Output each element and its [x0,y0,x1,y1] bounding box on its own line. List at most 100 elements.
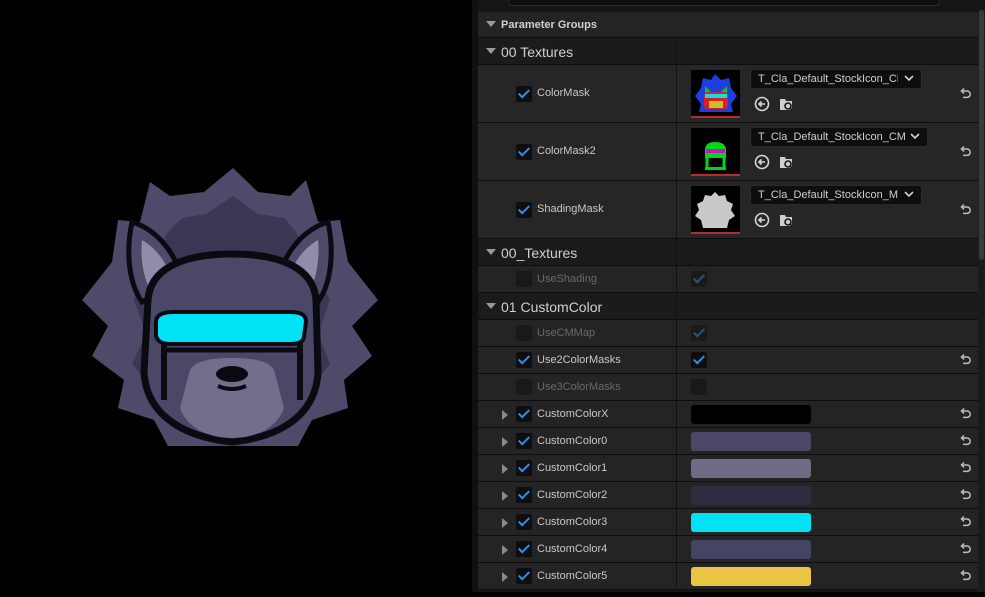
texture-asset-name: T_Cla_Default_StockIcon_M [758,189,898,201]
browse-asset-icon[interactable] [778,96,794,112]
override-checkbox[interactable] [516,144,532,160]
scrollbar-thumb[interactable] [979,10,984,260]
param-name: CustomColor3 [537,516,608,528]
reset-to-default-icon[interactable] [958,145,972,159]
category-01-customcolor[interactable]: 01 CustomColor [478,293,978,320]
reset-to-default-icon[interactable] [958,353,972,367]
color-swatch[interactable] [691,405,811,424]
param-name: CustomColor4 [537,543,608,555]
override-checkbox[interactable] [516,541,532,557]
expand-arrow-icon[interactable] [502,491,508,501]
value-checkbox[interactable] [691,379,707,395]
parameter-list: Parameter Groups 00 Textures ColorMask T… [478,12,978,590]
expand-arrow-icon[interactable] [502,437,508,447]
reset-to-default-icon[interactable] [958,569,972,583]
reset-to-default-icon[interactable] [958,87,972,101]
reset-to-default-icon[interactable] [958,542,972,556]
param-name: Use3ColorMasks [537,381,621,393]
color-param-row: CustomColorX [478,401,978,428]
texture-asset-dropdown[interactable]: T_Cla_Default_StockIcon_CM2 [750,127,928,147]
collapse-arrow-icon[interactable] [486,249,496,255]
override-checkbox[interactable] [516,514,532,530]
bool-param-row: Use2ColorMasks [478,347,978,374]
param-name: ShadingMask [537,203,604,215]
texture-thumbnail[interactable] [691,128,740,176]
color-param-row: CustomColor1 [478,455,978,482]
override-checkbox[interactable] [516,271,532,287]
texture-asset-dropdown[interactable]: T_Cla_Default_StockIcon_CM [750,69,922,89]
expand-arrow-icon[interactable] [502,410,508,420]
param-name: CustomColorX [537,408,609,420]
reset-to-default-icon[interactable] [958,515,972,529]
category-label: 00 Textures [501,44,574,60]
stock-icon-preview [82,168,378,446]
expand-arrow-icon[interactable] [502,518,508,528]
override-checkbox[interactable] [516,460,532,476]
texture-thumbnail[interactable] [691,186,740,234]
color-swatch[interactable] [691,486,811,505]
parameter-groups-label: Parameter Groups [501,19,597,31]
texture-asset-dropdown[interactable]: T_Cla_Default_StockIcon_M [750,185,922,205]
bool-param-row: Use3ColorMasks [478,374,978,401]
reset-to-default-icon[interactable] [958,461,972,475]
color-param-row: CustomColor4 [478,536,978,563]
texture-asset-name: T_Cla_Default_StockIcon_CM [758,73,898,85]
category-label: 00_Textures [501,245,578,261]
color-swatch[interactable] [691,567,811,586]
color-swatch[interactable] [691,540,811,559]
override-checkbox[interactable] [516,487,532,503]
param-name: ColorMask [537,87,590,99]
color-swatch[interactable] [691,513,811,532]
override-checkbox[interactable] [516,352,532,368]
category-label: 01 CustomColor [501,299,603,315]
browse-asset-icon[interactable] [778,154,794,170]
texture-param-row: ShadingMask T_Cla_Default_StockIcon_M [478,181,978,239]
color-swatch[interactable] [691,432,811,451]
chevron-down-icon [904,75,914,82]
details-panel: Parameter Groups 00 Textures ColorMask T… [478,0,985,592]
color-param-row: CustomColor3 [478,509,978,536]
vertical-scrollbar[interactable] [978,10,985,592]
param-name: CustomColor0 [537,435,608,447]
reset-to-default-icon[interactable] [958,203,972,217]
texture-param-row: ColorMask T_Cla_Default_StockIcon_CM [478,65,978,123]
override-checkbox[interactable] [516,568,532,584]
search-input[interactable] [508,0,940,6]
value-checkbox[interactable] [691,352,707,368]
collapse-arrow-icon[interactable] [486,303,496,309]
param-name: UseShading [537,273,597,285]
use-selected-asset-icon[interactable] [754,154,770,170]
parameter-groups-header[interactable]: Parameter Groups [478,12,978,38]
override-checkbox[interactable] [516,379,532,395]
reset-to-default-icon[interactable] [958,488,972,502]
bool-param-row: UseShading [478,266,978,293]
value-checkbox[interactable] [691,271,707,287]
override-checkbox[interactable] [516,202,532,218]
collapse-arrow-icon[interactable] [486,48,496,54]
override-checkbox[interactable] [516,325,532,341]
browse-asset-icon[interactable] [778,212,794,228]
category-00_textures[interactable]: 00_Textures [478,239,978,266]
texture-thumbnail[interactable] [691,70,740,118]
value-checkbox[interactable] [691,325,707,341]
color-swatch[interactable] [691,459,811,478]
use-selected-asset-icon[interactable] [754,212,770,228]
category-00-textures[interactable]: 00 Textures [478,38,978,65]
override-checkbox[interactable] [516,433,532,449]
expand-arrow-icon[interactable] [502,545,508,555]
override-checkbox[interactable] [516,86,532,102]
expand-arrow-icon[interactable] [502,464,508,474]
override-checkbox[interactable] [516,406,532,422]
collapse-arrow-icon[interactable] [486,21,496,27]
preview-viewport[interactable] [0,0,472,592]
reset-to-default-icon[interactable] [958,407,972,421]
chevron-down-icon [910,133,920,140]
param-name: ColorMask2 [537,145,596,157]
color-param-row: CustomColor0 [478,428,978,455]
expand-arrow-icon[interactable] [502,572,508,582]
use-selected-asset-icon[interactable] [754,96,770,112]
param-name: UseCMMap [537,327,596,339]
bool-param-row: UseCMMap [478,320,978,347]
color-param-row: CustomColor5 [478,563,978,590]
reset-to-default-icon[interactable] [958,434,972,448]
